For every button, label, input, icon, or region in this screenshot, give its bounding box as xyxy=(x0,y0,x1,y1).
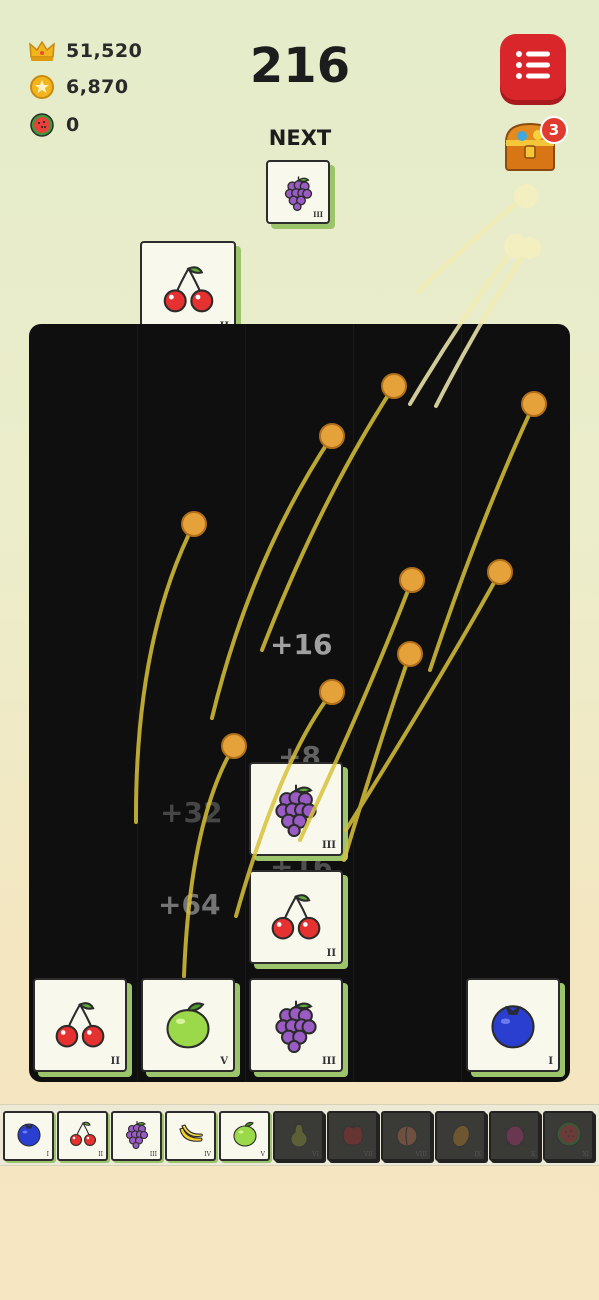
collection-rank: VI xyxy=(312,1151,319,1158)
cherry-icon xyxy=(68,1119,98,1153)
chest-badge: 3 xyxy=(540,116,568,144)
coin-sparkle xyxy=(519,237,541,259)
watermelon-icon xyxy=(554,1119,584,1153)
board-tile[interactable]: III xyxy=(249,762,343,856)
tile-rank: III xyxy=(321,840,336,851)
collection-tile-pear: VI xyxy=(273,1111,324,1161)
collection-tile-peach: VIII xyxy=(381,1111,432,1161)
held-tile[interactable]: II xyxy=(140,241,236,337)
banana-icon xyxy=(176,1119,206,1153)
pear-icon xyxy=(284,1119,314,1153)
floating-score: +32 xyxy=(160,796,223,829)
lime-icon xyxy=(160,997,216,1053)
collection-tile-watermelon: XI xyxy=(543,1111,594,1161)
coin-sparkle xyxy=(504,234,528,258)
apple-icon xyxy=(338,1119,368,1153)
collection-tile-apple: VII xyxy=(327,1111,378,1161)
treasure-chest-icon xyxy=(500,122,560,180)
crown-count: 51,520 xyxy=(66,40,143,62)
mango-icon xyxy=(446,1119,476,1153)
column-divider xyxy=(245,324,246,1082)
menu-button[interactable] xyxy=(500,34,566,100)
blueberry-icon xyxy=(485,997,541,1053)
watermelon-icon xyxy=(28,111,56,139)
peach-icon xyxy=(392,1119,422,1153)
cherry-icon xyxy=(52,997,108,1053)
grape-icon xyxy=(268,997,324,1053)
tile-rank: II xyxy=(110,1056,120,1067)
collection-rank: V xyxy=(260,1151,265,1158)
collection-rank: IX xyxy=(474,1151,481,1158)
coin-icon xyxy=(28,73,56,101)
coin-stat: 6,870 xyxy=(28,72,129,102)
grape-icon xyxy=(268,781,324,837)
collection-rank: VII xyxy=(363,1151,373,1158)
tile-rank: V xyxy=(220,1056,228,1067)
column-divider xyxy=(137,324,138,1082)
collection-rank: VIII xyxy=(415,1151,427,1158)
board-tile[interactable]: II xyxy=(249,870,343,964)
held-cherry-icon xyxy=(160,261,217,318)
collection-rank: I xyxy=(46,1151,49,1158)
column-divider xyxy=(353,324,354,1082)
fruit-collection-bar: I II III IV V VI VII VIII IX X XI xyxy=(0,1104,599,1166)
next-rank: III xyxy=(313,210,323,219)
coin-sparkle xyxy=(514,184,538,208)
grape-icon xyxy=(122,1119,152,1153)
next-grape-icon xyxy=(280,174,317,211)
board-tile[interactable]: II xyxy=(33,978,127,1072)
board-tile[interactable]: I xyxy=(466,978,560,1072)
collection-rank: X xyxy=(530,1151,535,1158)
collection-tile-dragonfruit: X xyxy=(489,1111,540,1161)
coin-count: 6,870 xyxy=(66,76,129,98)
next-label: NEXT xyxy=(268,126,332,150)
tile-rank: II xyxy=(326,948,336,959)
board-tile[interactable]: V xyxy=(141,978,235,1072)
watermelon-stat: 0 xyxy=(28,110,80,140)
cherry-icon xyxy=(268,889,324,945)
dragonfruit-icon xyxy=(500,1119,530,1153)
coin-trail xyxy=(416,194,528,294)
game-board[interactable] xyxy=(29,324,570,1082)
crown-stat: 51,520 xyxy=(28,36,142,66)
floating-score: +16 xyxy=(270,628,333,661)
tile-rank: I xyxy=(548,1056,553,1067)
collection-rank: III xyxy=(149,1151,157,1158)
floating-score: +64 xyxy=(158,888,221,921)
collection-tile-banana: IV xyxy=(165,1111,216,1161)
next-tile: III xyxy=(266,160,330,224)
lime-icon xyxy=(230,1119,260,1153)
collection-rank: IV xyxy=(204,1151,211,1158)
crown-icon xyxy=(28,37,56,65)
score: 216 xyxy=(249,38,351,94)
collection-tile-grape: III xyxy=(111,1111,162,1161)
board-tile[interactable]: III xyxy=(249,978,343,1072)
watermelon-count: 0 xyxy=(66,114,80,136)
tile-rank: III xyxy=(321,1056,336,1067)
collection-tile-lime: V xyxy=(219,1111,270,1161)
collection-rank: II xyxy=(98,1151,103,1158)
collection-tile-cherry: II xyxy=(57,1111,108,1161)
menu-list-icon xyxy=(515,50,551,84)
blueberry-icon xyxy=(14,1119,44,1153)
collection-tile-blueberry: I xyxy=(3,1111,54,1161)
collection-tile-mango: IX xyxy=(435,1111,486,1161)
column-divider xyxy=(461,324,462,1082)
collection-rank: XI xyxy=(582,1151,589,1158)
